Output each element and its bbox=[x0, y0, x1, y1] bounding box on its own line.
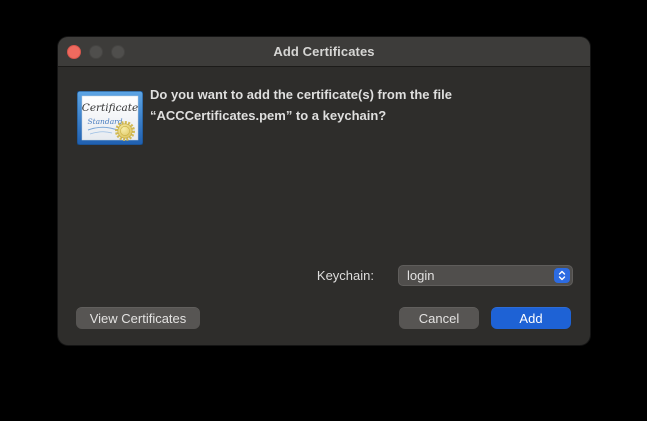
view-certificates-button[interactable]: View Certificates bbox=[76, 307, 200, 329]
dialog-message: Do you want to add the certificate(s) fr… bbox=[150, 84, 550, 126]
certificate-icon-subword: Standard bbox=[87, 117, 122, 126]
keychain-popup-value: login bbox=[399, 268, 554, 283]
add-certificates-dialog: Add Certificates Certificate bbox=[58, 37, 590, 345]
window-title: Add Certificates bbox=[58, 44, 590, 59]
keychain-row: Keychain: login bbox=[58, 264, 573, 286]
title-bar[interactable]: Add Certificates bbox=[58, 37, 590, 67]
keychain-popup[interactable]: login bbox=[398, 265, 573, 286]
screenshot-canvas: Add Certificates Certificate bbox=[0, 0, 647, 421]
cancel-button[interactable]: Cancel bbox=[399, 307, 479, 329]
dialog-message-line1: Do you want to add the certificate(s) fr… bbox=[150, 84, 550, 105]
certificate-icon: Certificate Standard bbox=[77, 91, 143, 145]
dialog-message-line2: “ACCCertificates.pem” to a keychain? bbox=[150, 105, 550, 126]
keychain-label: Keychain: bbox=[317, 268, 374, 283]
seal-graphic bbox=[117, 123, 134, 140]
popup-stepper-icon bbox=[554, 268, 570, 283]
add-button[interactable]: Add bbox=[491, 307, 571, 329]
certificate-icon-word: Certificate bbox=[82, 102, 138, 114]
